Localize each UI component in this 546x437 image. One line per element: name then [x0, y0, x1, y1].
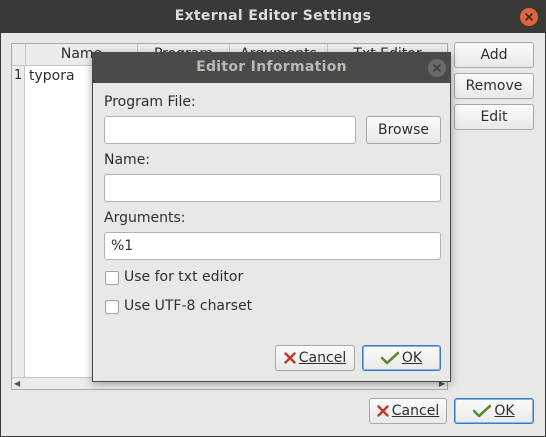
row-number: 1: [14, 68, 23, 83]
program-file-input[interactable]: [104, 116, 356, 144]
close-dialog-button[interactable]: [428, 59, 446, 77]
dialog-title: Editor Information: [196, 59, 347, 75]
window-titlebar[interactable]: External Editor Settings: [1, 1, 545, 33]
row-number-column: 1: [12, 66, 25, 384]
scroll-left-icon[interactable]: ◀: [14, 379, 20, 388]
dialog-ok-button[interactable]: OK: [362, 345, 441, 371]
dialog-cancel-button[interactable]: Cancel: [275, 345, 355, 371]
remove-button[interactable]: Remove: [454, 73, 534, 99]
cancel-icon: [284, 352, 296, 364]
close-window-button[interactable]: [520, 8, 538, 26]
table-cell-name[interactable]: typora: [29, 68, 75, 84]
program-file-label: Program File:: [104, 94, 196, 110]
cancel-icon: [377, 405, 389, 417]
dialog-titlebar[interactable]: Editor Information: [93, 53, 450, 83]
ok-label: OK: [494, 403, 515, 419]
name-label: Name:: [104, 152, 151, 168]
close-icon: [433, 64, 441, 72]
ok-check-icon: [473, 404, 492, 418]
utf8-charset-checkbox[interactable]: [105, 300, 119, 314]
close-icon: [525, 13, 533, 21]
external-editor-settings-window: External Editor Settings Name Program Ar…: [0, 0, 546, 437]
dialog-ok-label: OK: [401, 350, 423, 366]
editor-information-dialog: Editor Information Program File: Browse …: [92, 52, 451, 382]
arguments-label: Arguments:: [104, 210, 186, 226]
ok-button[interactable]: OK: [454, 398, 534, 424]
txt-editor-label[interactable]: Use for txt editor: [124, 269, 243, 285]
browse-button[interactable]: Browse: [366, 116, 441, 144]
name-input[interactable]: [104, 174, 441, 202]
edit-button[interactable]: Edit: [454, 104, 534, 130]
add-button[interactable]: Add: [454, 42, 534, 68]
dialog-cancel-label: Cancel: [298, 350, 347, 366]
arguments-input[interactable]: %1: [104, 232, 441, 260]
ok-check-icon: [380, 351, 399, 365]
txt-editor-checkbox[interactable]: [105, 271, 119, 285]
cancel-button[interactable]: Cancel: [369, 398, 447, 424]
cancel-label: Cancel: [391, 403, 440, 419]
utf8-charset-label[interactable]: Use UTF-8 charset: [124, 298, 252, 314]
row-number-header: [12, 44, 26, 66]
window-title: External Editor Settings: [174, 8, 372, 24]
